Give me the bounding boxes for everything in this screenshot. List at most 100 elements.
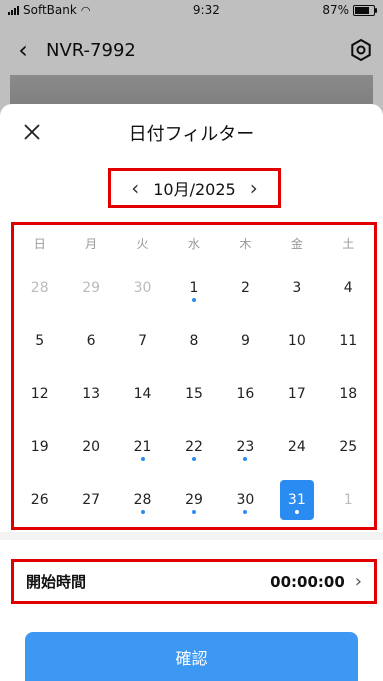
- calendar-week-row: 19 20 21 22 23 24 25: [14, 420, 374, 473]
- recording-dot-icon: [243, 510, 248, 514]
- calendar-day[interactable]: 11: [323, 314, 374, 367]
- day-number: 19: [30, 438, 49, 455]
- confirm-button[interactable]: 確認: [25, 632, 358, 681]
- calendar-day[interactable]: 12: [14, 367, 65, 420]
- calendar-day[interactable]: 15: [168, 367, 219, 420]
- day-number: 13: [82, 385, 101, 402]
- calendar-day[interactable]: 10: [271, 314, 322, 367]
- day-number: 11: [339, 332, 358, 349]
- day-number: 24: [287, 438, 306, 455]
- calendar-day[interactable]: 6: [65, 314, 116, 367]
- calendar-week-row: 12 13 14 15 16 17 18: [14, 367, 374, 420]
- calendar-day[interactable]: 19: [14, 420, 65, 473]
- calendar-day[interactable]: 27: [65, 473, 116, 526]
- day-number: 28: [30, 279, 49, 296]
- day-number: 14: [133, 385, 152, 402]
- next-month-icon[interactable]: ›: [250, 176, 258, 200]
- day-number: 2: [240, 279, 250, 296]
- prev-month-icon[interactable]: ‹: [131, 176, 139, 200]
- start-time-label: 開始時間: [26, 573, 87, 591]
- calendar-day[interactable]: 22: [168, 420, 219, 473]
- day-number: 30: [133, 279, 152, 296]
- day-number: 15: [185, 385, 203, 402]
- calendar-day[interactable]: 16: [220, 367, 271, 420]
- calendar-day: 28: [14, 261, 65, 314]
- sheet-header: 日付フィルター: [0, 104, 383, 159]
- weekday-label: 土: [342, 236, 355, 251]
- day-number: 27: [82, 491, 101, 508]
- day-number: 4: [343, 279, 353, 296]
- calendar-day[interactable]: 29: [168, 473, 219, 526]
- weekday-header: 日月火水木金土: [14, 225, 374, 261]
- calendar-day[interactable]: 5: [14, 314, 65, 367]
- calendar-day[interactable]: 21: [117, 420, 168, 473]
- calendar-day[interactable]: 1: [168, 261, 219, 314]
- day-number: 25: [339, 438, 358, 455]
- calendar-day[interactable]: 20: [65, 420, 116, 473]
- calendar-day[interactable]: 2: [220, 261, 271, 314]
- recording-dot-icon: [191, 457, 196, 461]
- calendar-day[interactable]: 26: [14, 473, 65, 526]
- calendar-day[interactable]: 30: [220, 473, 271, 526]
- weekday-label: 日: [33, 236, 46, 251]
- month-navigator: ‹ 10月/2025 ›: [108, 168, 281, 208]
- dim-overlay: [0, 0, 383, 120]
- day-number: 1: [189, 279, 199, 296]
- day-number: 6: [86, 332, 96, 349]
- calendar-day[interactable]: 4: [323, 261, 374, 314]
- day-number: 16: [236, 385, 255, 402]
- calendar-day[interactable]: 8: [168, 314, 219, 367]
- calendar-week-row: 28 29 30 1 2 3 4: [14, 261, 374, 314]
- calendar-day[interactable]: 7: [117, 314, 168, 367]
- month-label: 10月/2025: [153, 180, 236, 199]
- day-number: 18: [339, 385, 358, 402]
- calendar-week-row: 26 27 28 29 30 31 1: [14, 473, 374, 526]
- day-number: 10: [287, 332, 306, 349]
- start-time-row[interactable]: 開始時間 00:00:00 ›: [11, 559, 377, 604]
- day-number: 20: [82, 438, 101, 455]
- calendar-day[interactable]: 24: [271, 420, 322, 473]
- day-number: 17: [287, 385, 306, 402]
- recording-dot-icon: [243, 457, 248, 461]
- day-number: 30: [236, 491, 255, 508]
- weekday-label: 木: [239, 236, 252, 251]
- day-number: 29: [185, 491, 203, 508]
- day-number: 12: [30, 385, 49, 402]
- calendar-day-selected[interactable]: 31: [271, 473, 322, 526]
- sheet-title: 日付フィルター: [128, 124, 255, 145]
- calendar-day: 29: [65, 261, 116, 314]
- day-number: 3: [292, 279, 302, 296]
- recording-dot-icon: [140, 510, 145, 514]
- calendar-day: 1: [323, 473, 374, 526]
- start-time-value: 00:00:00: [270, 572, 345, 591]
- date-filter-sheet: 日付フィルター ‹ 10月/2025 › 日月火水木金土 28 29 30 1 2 3 4 5…: [0, 104, 383, 681]
- day-number: 31: [287, 491, 306, 508]
- chevron-right-icon: ›: [354, 571, 362, 592]
- calendar-day[interactable]: 28: [117, 473, 168, 526]
- day-number: 21: [133, 438, 152, 455]
- calendar-week-row: 5 6 7 8 9 10 11: [14, 314, 374, 367]
- day-number: 5: [35, 332, 45, 349]
- calendar-day[interactable]: 13: [65, 367, 116, 420]
- weekday-label: 月: [85, 236, 98, 251]
- recording-dot-icon: [294, 510, 299, 514]
- day-number: 28: [133, 491, 152, 508]
- recording-dot-icon: [191, 510, 196, 514]
- calendar-day[interactable]: 25: [323, 420, 374, 473]
- day-number: 7: [138, 332, 148, 349]
- day-number: 29: [82, 279, 101, 296]
- calendar-day[interactable]: 23: [220, 420, 271, 473]
- day-number: 22: [185, 438, 203, 455]
- calendar-day[interactable]: 14: [117, 367, 168, 420]
- divider: [0, 532, 383, 540]
- calendar-day[interactable]: 17: [271, 367, 322, 420]
- calendar-day[interactable]: 9: [220, 314, 271, 367]
- calendar-day[interactable]: 18: [323, 367, 374, 420]
- day-number: 8: [189, 332, 199, 349]
- calendar-day: 30: [117, 261, 168, 314]
- calendar-day[interactable]: 3: [271, 261, 322, 314]
- day-number: 26: [30, 491, 49, 508]
- weekday-label: 金: [290, 236, 303, 251]
- recording-dot-icon: [140, 457, 145, 461]
- day-number: 23: [236, 438, 255, 455]
